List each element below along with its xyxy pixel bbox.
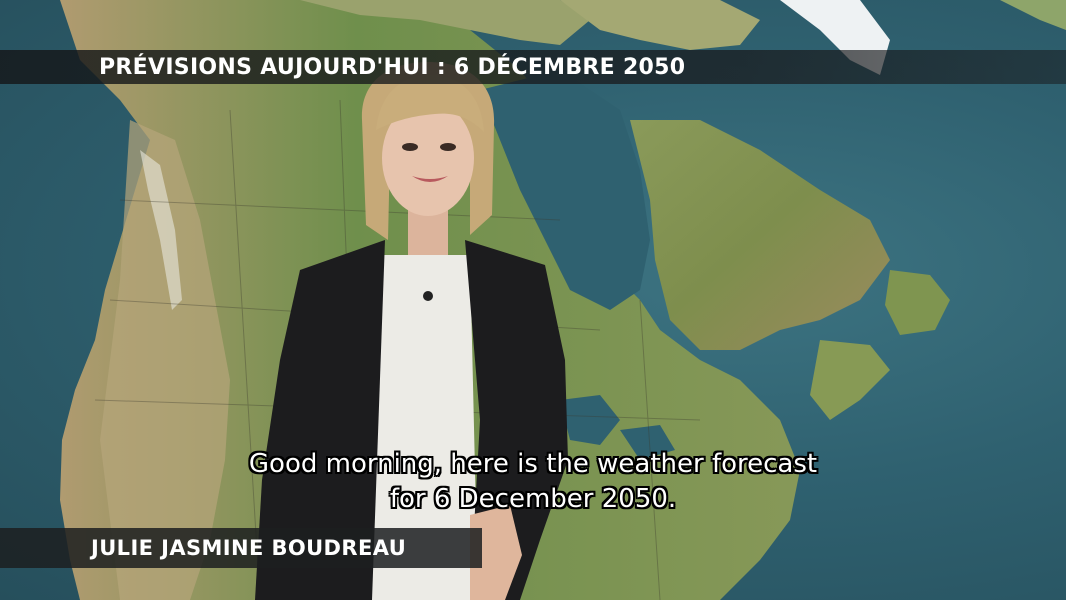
subtitle-line-2: for 6 December 2050.	[389, 484, 677, 514]
forecast-title-text: PRÉVISIONS AUJOURD'HUI : 6 DÉCEMBRE 2050	[99, 55, 686, 80]
presenter-eye-right	[440, 143, 456, 151]
subtitle-caption: Good morning, here is the weather foreca…	[183, 447, 883, 517]
map-baffin-island	[560, 0, 760, 50]
lavalier-microphone	[423, 291, 433, 301]
map-newfoundland	[885, 270, 950, 335]
presenter-name-text: JULIE JASMINE BOUDREAU	[91, 536, 407, 560]
map-quebec-labrador	[630, 120, 890, 350]
presenter-neck	[408, 210, 448, 255]
subtitle-line-1: Good morning, here is the weather foreca…	[248, 449, 818, 479]
video-frame: PRÉVISIONS AUJOURD'HUI : 6 DÉCEMBRE 2050…	[0, 0, 1066, 600]
map-ice-fragments	[1000, 0, 1066, 30]
map-maritimes	[810, 340, 890, 420]
presenter-eye-left	[402, 143, 418, 151]
